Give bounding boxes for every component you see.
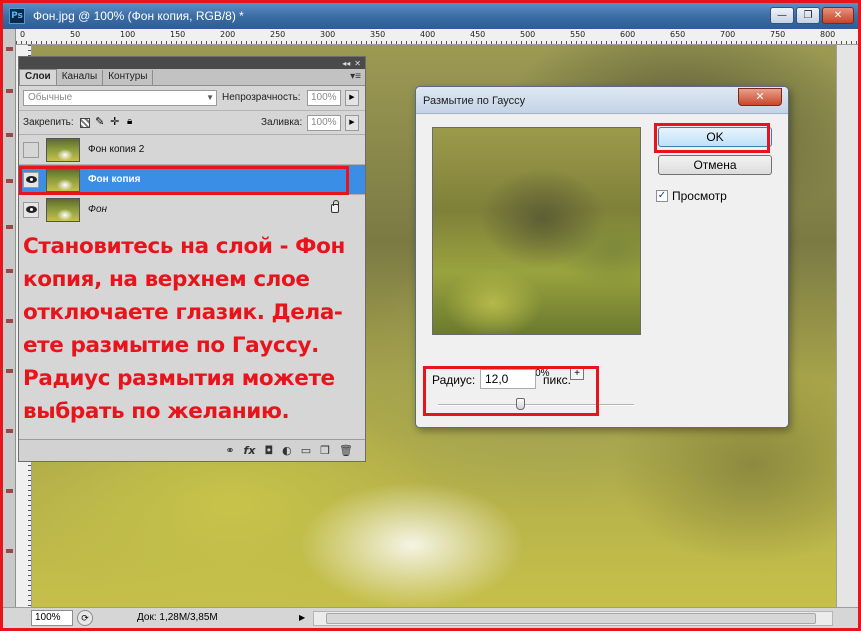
minimize-icon[interactable]: — — [770, 7, 794, 24]
highlight-ok-button — [654, 123, 770, 153]
lock-position-icon[interactable]: ✛ — [110, 116, 120, 128]
preview-checkbox[interactable]: ✓ — [656, 190, 668, 202]
layers-panel: ◂◂ ✕ Слои Каналы Контуры ▾≡ Обычные ▼ Не… — [18, 56, 366, 462]
opacity-label: Непрозрачность: — [222, 92, 301, 103]
collapse-panel-icon[interactable]: ◂◂ — [342, 59, 350, 68]
group-icon[interactable]: ▭ — [301, 444, 311, 457]
highlight-radius — [423, 366, 599, 416]
panel-menu-icon[interactable]: ▾≡ — [350, 71, 361, 82]
ruler-label: 550 — [570, 30, 586, 39]
fill-input[interactable]: 100% — [307, 115, 341, 131]
layer-name: Фон копия 2 — [88, 144, 145, 155]
ruler-label: 250 — [270, 30, 286, 39]
ruler-horizontal[interactable]: 0 50 100 150 200 250 300 350 400 450 500 550 600 650 7… — [16, 29, 858, 45]
annotation-line: отключаете глазик. Дела- — [23, 300, 343, 325]
instruction-annotation: Становитесь на слой - Фон копия, на верх… — [19, 230, 367, 428]
layer-row-background[interactable]: Фон — [19, 194, 365, 224]
visibility-toggle[interactable] — [23, 201, 39, 218]
blend-mode-value: Обычные — [28, 92, 73, 103]
ruler-label: 200 — [220, 30, 236, 39]
link-icon[interactable]: ⚭ — [225, 444, 234, 457]
layer-thumbnail — [46, 137, 80, 162]
layer-row-background-copy-2[interactable]: Фон копия 2 — [19, 134, 365, 164]
ruler-label: 50 — [70, 30, 81, 39]
close-icon[interactable]: ✕ — [738, 88, 782, 106]
ruler-label: 0 — [20, 30, 26, 39]
tools-panel-edge[interactable] — [3, 29, 16, 607]
dialog-titlebar[interactable]: Размытие по Гауссу ✕ — [416, 87, 788, 114]
tab-layers[interactable]: Слои — [19, 69, 57, 85]
panel-tabs: Слои Каналы Контуры ▾≡ — [19, 69, 365, 86]
ruler-label: 800 — [820, 30, 836, 39]
ruler-label: 300 — [320, 30, 336, 39]
horizontal-scrollbar[interactable] — [313, 611, 833, 626]
opacity-input[interactable]: 100% — [307, 90, 341, 106]
lock-transparency-icon[interactable] — [79, 117, 90, 128]
tab-paths[interactable]: Контуры — [103, 70, 154, 85]
annotation-line: ете размытие по Гауссу. — [23, 333, 319, 358]
layers-panel-footer: ⚭ fx ◘ ◐ ▭ ❐ 🗑 — [19, 439, 365, 461]
status-menu-arrow-icon[interactable]: ▶ — [299, 613, 305, 622]
highlight-selected-layer — [19, 166, 349, 195]
annotation-line: копия, на верхнем слое — [23, 267, 310, 292]
document-titlebar: Ps Фон.jpg @ 100% (Фон копия, RGB/8) * —… — [3, 3, 858, 29]
ruler-label: 150 — [170, 30, 186, 39]
close-panel-icon[interactable]: ✕ — [354, 59, 361, 68]
document-title: Фон.jpg @ 100% (Фон копия, RGB/8) * — [33, 9, 244, 23]
close-icon[interactable]: ✕ — [822, 7, 854, 24]
restore-icon[interactable]: ❐ — [796, 7, 820, 24]
status-bar: 100% ⟳ Док: 1,28M/3,85M ▶ — [3, 607, 858, 628]
layer-name: Фон — [88, 204, 108, 215]
chevron-down-icon: ▼ — [206, 93, 214, 102]
visibility-toggle[interactable] — [23, 141, 39, 158]
tab-channels[interactable]: Каналы — [57, 70, 104, 85]
lock-label: Закрепить: — [23, 117, 74, 128]
opacity-slider-toggle[interactable]: ▶ — [345, 90, 359, 106]
fill-slider-toggle[interactable]: ▶ — [345, 115, 359, 131]
document-size: Док: 1,28M/3,85M — [137, 612, 218, 623]
lock-pixels-icon[interactable]: ✎ — [95, 116, 105, 128]
zoom-input[interactable]: 100% — [31, 610, 73, 626]
blend-mode-select[interactable]: Обычные ▼ — [23, 90, 217, 106]
trash-icon[interactable]: 🗑 — [339, 444, 353, 457]
status-info-icon[interactable]: ⟳ — [77, 610, 93, 626]
adjustment-icon[interactable]: ◐ — [282, 444, 292, 457]
eye-icon — [25, 206, 37, 213]
ruler-label: 500 — [520, 30, 536, 39]
scrollbar-thumb[interactable] — [326, 613, 816, 624]
preview-checkbox-row[interactable]: ✓ Просмотр — [656, 189, 727, 203]
ruler-label: 750 — [770, 30, 786, 39]
mask-icon[interactable]: ◘ — [264, 444, 273, 457]
ruler-label: 650 — [670, 30, 686, 39]
blur-preview[interactable] — [432, 127, 641, 335]
fill-label: Заливка: — [261, 117, 303, 128]
photoshop-app-icon: Ps — [9, 8, 25, 24]
new-layer-icon[interactable]: ❐ — [320, 444, 330, 457]
vertical-scrollbar[interactable] — [836, 45, 858, 607]
cancel-button[interactable]: Отмена — [658, 155, 772, 175]
panel-topbar: ◂◂ ✕ — [19, 57, 365, 69]
dialog-title: Размытие по Гауссу — [423, 95, 526, 107]
preview-checkbox-label: Просмотр — [672, 189, 727, 203]
ruler-label: 600 — [620, 30, 636, 39]
lock-all-icon[interactable]: 🔒︎ — [125, 116, 135, 128]
annotation-line: Радиус размытия можете — [23, 366, 335, 391]
ruler-label: 350 — [370, 30, 386, 39]
ruler-label: 400 — [420, 30, 436, 39]
ruler-label: 450 — [470, 30, 486, 39]
annotation-line: выбрать по желанию. — [23, 399, 290, 424]
ruler-label: 700 — [720, 30, 736, 39]
annotation-line: Становитесь на слой - Фон — [23, 234, 345, 259]
ruler-label: 100 — [120, 30, 136, 39]
fx-icon[interactable]: fx — [244, 444, 256, 457]
layer-thumbnail — [46, 197, 80, 222]
lock-icon — [331, 200, 339, 213]
